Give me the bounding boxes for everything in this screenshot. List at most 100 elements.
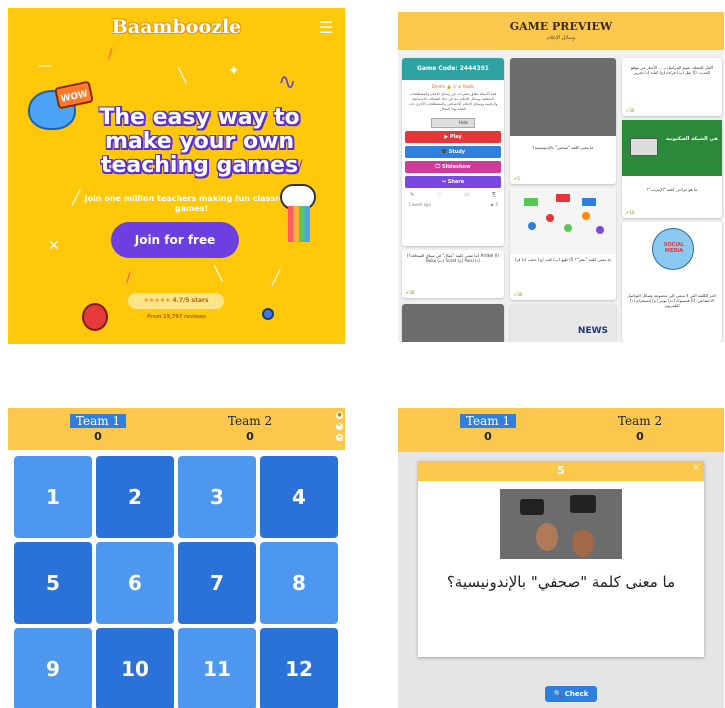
study-button[interactable]: 🎓 Study <box>405 146 501 158</box>
question-card[interactable]: ما معنى كلمة "نشر"؟ (أ) طبع (ب) كتب (ج) … <box>510 188 616 300</box>
confetti-icon: ╱ <box>272 270 281 286</box>
camera-icon <box>520 499 544 515</box>
question-text: ما معنى كلمة "صحفي" بالإندونيسية؟ <box>446 573 676 591</box>
folder-icon[interactable]: ▭ <box>464 192 469 198</box>
created-ago: 1 week ago <box>408 202 432 207</box>
tile-6[interactable]: 6 <box>96 542 174 624</box>
team1-name[interactable]: Team 1 <box>459 414 517 428</box>
internet-banner: هي الشبكة العنكبوتية <box>665 136 718 142</box>
preview-header: GAME PREVIEW وسائل الإعلام <box>398 12 724 50</box>
tile-9[interactable]: 9 <box>14 628 92 708</box>
join-for-free-button[interactable]: Join for free <box>111 222 239 258</box>
tile-1[interactable]: 1 <box>14 456 92 538</box>
team2-score: 0 <box>636 430 644 443</box>
team2-block[interactable]: Team 2 0 <box>608 414 672 443</box>
confetti-icon: ✕ <box>48 238 60 254</box>
tools-row: ✎ ♡ ▭ ⎘ <box>410 192 496 198</box>
team2-score: 0 <box>246 430 254 443</box>
game-preview-panel: GAME PREVIEW وسائل الإعلام Game Code: 24… <box>398 12 724 342</box>
question-text: ما معنى كلمة "صحفي" بالإندونيسية؟ <box>532 145 594 150</box>
tile-4[interactable]: 4 <box>260 456 338 538</box>
question-card[interactable]: (ما معنى كلمة "مقال" في سياق الصحافة؟) A… <box>402 250 504 298</box>
tile-7[interactable]: 7 <box>178 542 256 624</box>
tile-5[interactable]: 5 <box>14 542 92 624</box>
tile-grid: 1 2 3 4 5 6 7 8 9 10 11 12 <box>14 456 339 708</box>
question-text: اختر الكلمة التي لا تنتمي إلى مجموعة وسا… <box>627 293 717 308</box>
hamburger-menu-icon[interactable]: ☰ <box>319 18 335 37</box>
confetti-icon: / <box>126 270 131 286</box>
team2-name[interactable]: Team 2 <box>222 414 278 428</box>
social-media-image: SOCIAL MEDIA <box>622 222 722 286</box>
heart-icon[interactable]: ♡ <box>437 192 441 198</box>
scoreboard: Team 1 0 Team 2 0 ● ✎ ⇔ <box>8 408 345 450</box>
squiggle-icon: ∿ <box>278 70 297 95</box>
tile-8[interactable]: 8 <box>260 542 338 624</box>
person-face <box>536 523 558 551</box>
edit-icon[interactable]: ✎ <box>336 423 343 430</box>
tile-3[interactable]: 3 <box>178 456 256 538</box>
photographers-image <box>510 58 616 136</box>
tile-12[interactable]: 12 <box>260 628 338 708</box>
close-icon[interactable]: × <box>692 463 700 473</box>
team1-score: 0 <box>484 430 492 443</box>
laptop-icon <box>630 138 658 156</box>
game-description: هذه الأسئلة تتعلق بمفردات عن وسائل الإعل… <box>408 92 498 111</box>
hero-subtext: Join one million teachers making fun cla… <box>84 194 299 213</box>
preview-subtitle: وسائل الإعلام <box>546 35 576 41</box>
network-people-icon <box>524 194 604 234</box>
question-card[interactable]: NEWS <box>510 304 616 342</box>
question-card[interactable]: هي الشبكة العنكبوتية ما هو مرادف كلمة "ا… <box>622 120 722 218</box>
question-text: ما معنى كلمة "نشر"؟ (أ) طبع (ب) كتب (ج) … <box>515 257 611 262</box>
tile-2[interactable]: 2 <box>96 456 174 538</box>
team2-name[interactable]: Team 2 <box>612 414 668 428</box>
reviews-count: From 19,797 reviews <box>147 314 206 320</box>
game-stats: 1 week ago ▶ 9 <box>408 202 498 207</box>
settings-icon[interactable]: ● <box>336 412 343 419</box>
social-media-label: SOCIAL MEDIA <box>663 242 685 254</box>
hide-toggle[interactable]: Hide <box>431 118 475 128</box>
rating-pill: ★★★★★ 4.7/5 stars <box>128 293 224 309</box>
photographers-image <box>500 489 622 559</box>
fullscreen-icon[interactable]: ⇔ <box>336 434 343 441</box>
ball-icon <box>262 308 274 320</box>
question-text: ما هو مرادف كلمة "الإنترنت"؟ <box>646 187 698 192</box>
points-badge: ✔30 <box>406 290 415 295</box>
question-card[interactable]: أكمل الجملة: يقوم المراسل بـ ... الأخبار… <box>622 58 722 116</box>
confetti-icon: ✦ <box>228 63 240 79</box>
tile-10[interactable]: 10 <box>96 628 174 708</box>
share-button[interactable]: ↪ Share <box>405 176 501 188</box>
confetti-icon: ╲ <box>214 266 223 282</box>
news-label: NEWS <box>577 326 608 336</box>
team1-block[interactable]: Team 1 0 <box>66 414 130 443</box>
question-card[interactable]: ما معنى كلمة "صحفي" بالإندونيسية؟ ✔5 <box>510 58 616 184</box>
apple-icon <box>82 303 108 331</box>
check-button[interactable]: 🔍 Check <box>545 686 597 702</box>
team1-name[interactable]: Team 1 <box>69 414 127 428</box>
play-count: ▶ 9 <box>491 202 498 207</box>
question-panel: Team 1 0 Team 2 0 5 × ما معنى كلمة "صحفي… <box>398 408 724 708</box>
preview-title: GAME PREVIEW <box>509 20 613 33</box>
question-card[interactable]: SOCIAL MEDIA اختر الكلمة التي لا تنتمي إ… <box>622 222 722 342</box>
game-meta: Dmntn 🔒 cr ⊕ Public <box>431 84 475 89</box>
team2-block[interactable]: Team 2 0 <box>218 414 282 443</box>
question-modal: 5 × ما معنى كلمة "صحفي" بالإندونيسية؟ <box>418 461 704 657</box>
points-badge: ✔5 <box>514 176 520 181</box>
game-info-card: Game Code: 2444391 Dmntn 🔒 cr ⊕ Public ه… <box>402 58 504 246</box>
copy-icon[interactable]: ⎘ <box>492 192 496 198</box>
team1-block[interactable]: Team 1 0 <box>456 414 520 443</box>
question-text: أكمل الجملة: يقوم المراسل بـ ... الأخبار… <box>630 65 714 75</box>
edit-icon[interactable]: ✎ <box>410 192 414 198</box>
play-button[interactable]: ▶ Play <box>405 131 501 143</box>
team1-score: 0 <box>94 430 102 443</box>
landing-panel: Baamboozle ☰ / — ✦ ∿ ╲ / ✕ / ╲ ╱ ╱ WOW T… <box>8 8 345 344</box>
baamboozle-logo[interactable]: Baamboozle <box>8 16 345 38</box>
rainbow-icon <box>288 206 310 242</box>
news-image: NEWS <box>510 304 616 342</box>
confetti-icon: / <box>108 46 113 62</box>
hero-headline: The easy way to make your own teaching g… <box>99 105 300 178</box>
game-board-panel: Team 1 0 Team 2 0 ● ✎ ⇔ 1 2 3 4 5 6 7 8 … <box>8 408 345 708</box>
slideshow-button[interactable]: 🖵 Slideshow <box>405 161 501 173</box>
question-number: 5 <box>418 461 704 481</box>
tile-11[interactable]: 11 <box>178 628 256 708</box>
internet-image: هي الشبكة العنكبوتية <box>622 120 722 176</box>
